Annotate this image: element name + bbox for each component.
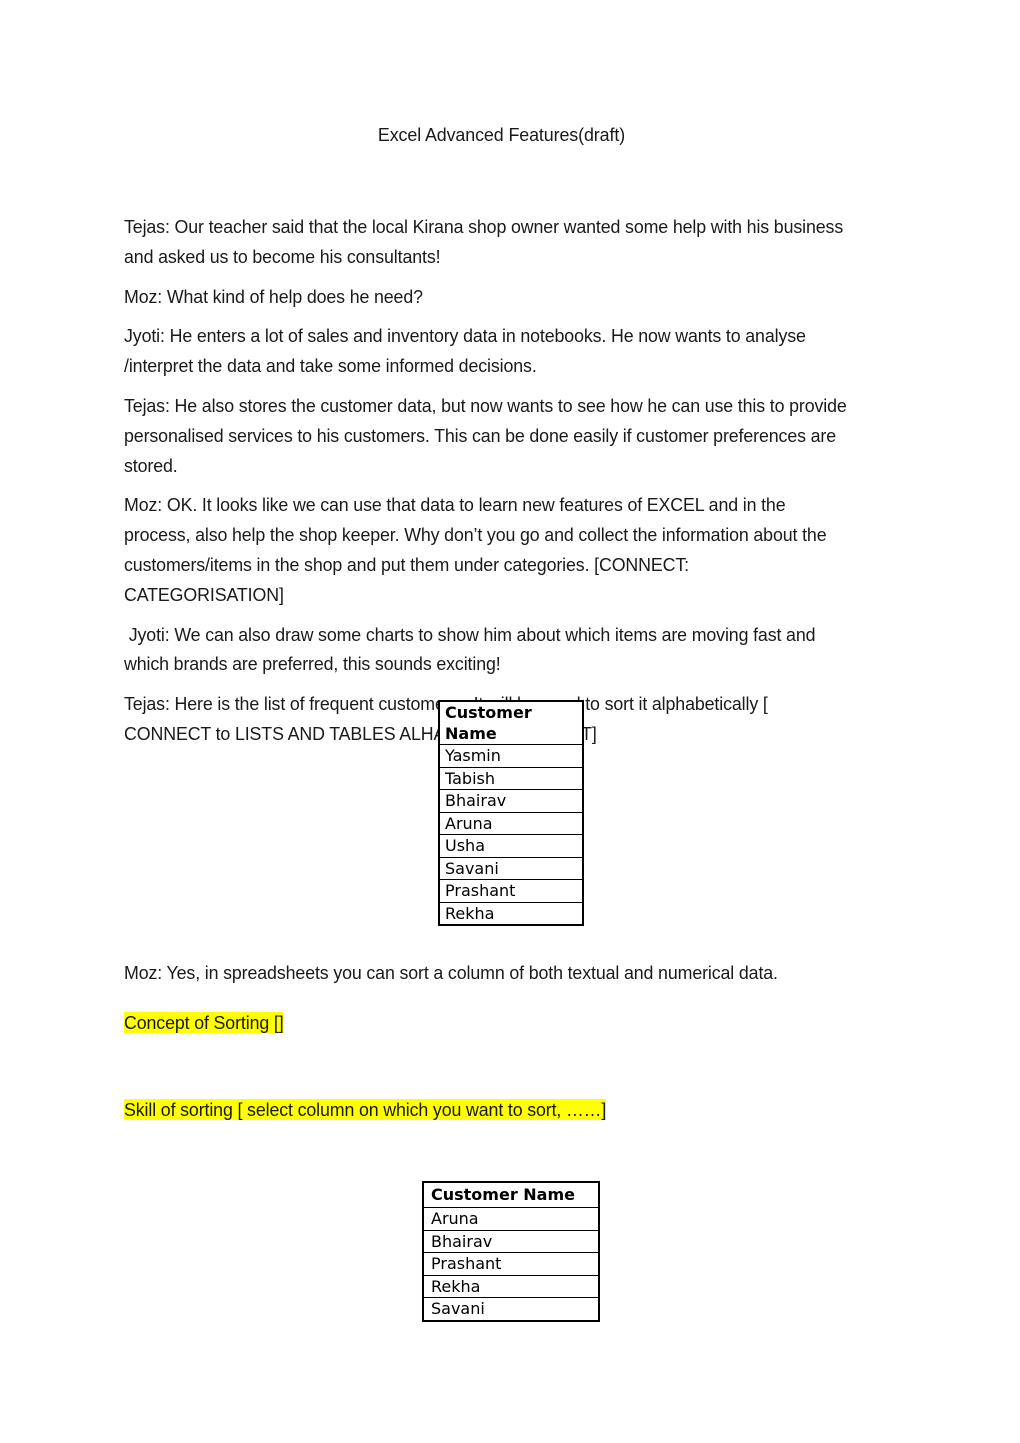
table-header-row: Customer Name (422, 1181, 600, 1208)
cell-customer-name: Tabish (438, 766, 584, 790)
cell-customer-name: Rekha (422, 1274, 600, 1298)
page-title: Excel Advanced Features(draft) (377, 124, 626, 145)
cell-customer-name: Bhairav (422, 1229, 600, 1253)
cell-customer-name: Prashant (422, 1252, 600, 1276)
highlight-text: Skill of sorting [ select column on whic… (124, 1099, 607, 1120)
paragraph-moz-1: Moz: What kind of help does he need? (124, 285, 423, 307)
paragraph-jyoti-1: Jyoti: He enters a lot of sales and inve… (124, 325, 811, 377)
document-page: Excel Advanced Features(draft) Tejas: Ou… (0, 0, 1020, 1443)
table-row: Tabish (438, 766, 584, 790)
cell-customer-name: Aruna (438, 811, 584, 835)
highlight-text: Concept of Sorting [] (124, 1012, 284, 1033)
document-body: Excel Advanced Features(draft) Tejas: Ou… (124, 0, 879, 759)
paragraph-moz-2: Moz: OK. It looks like we can use that d… (124, 494, 832, 605)
highlighted-line-concept-of-sorting: Concept of Sorting [] (124, 1008, 855, 1038)
table-row: Rekha (422, 1274, 600, 1298)
table-row: Rekha (438, 901, 584, 926)
highlighted-line-skill-of-sorting: Skill of sorting [ select column on whic… (124, 1095, 855, 1125)
table: Customer Name Aruna Bhairav Prashant Rek… (422, 1181, 600, 1322)
table-row: Bhairav (422, 1229, 600, 1253)
column-header-customer-name: Customer Name (422, 1181, 600, 1208)
table-row: Yasmin (438, 744, 584, 768)
table-row: Savani (422, 1297, 600, 1321)
paragraph-moz-3: Moz: Yes, in spreadsheets you can sort a… (124, 962, 778, 983)
cell-customer-name: Yasmin (438, 744, 584, 768)
customer-name-table-unsorted: Customer Name Yasmin Tabish Bhairav Arun… (438, 700, 584, 926)
table-row: Bhairav (438, 789, 584, 813)
cell-customer-name: Bhairav (438, 789, 584, 813)
table-header-row: Customer Name (438, 700, 584, 745)
paragraph-jyoti-2: Jyoti: We can also draw some charts to s… (124, 623, 821, 675)
cell-customer-name: Usha (438, 834, 584, 858)
cell-customer-name: Savani (422, 1297, 600, 1321)
table-row: Usha (438, 834, 584, 858)
table-row: Savani (438, 856, 584, 880)
table: Customer Name Yasmin Tabish Bhairav Arun… (438, 700, 584, 926)
table-row: Aruna (438, 811, 584, 835)
paragraph-tejas-2: Tejas: He also stores the customer data,… (124, 394, 852, 476)
title-spacer (124, 148, 879, 212)
customer-name-table-sorted: Customer Name Aruna Bhairav Prashant Rek… (422, 1181, 600, 1322)
cell-customer-name: Aruna (422, 1207, 600, 1231)
cell-customer-name: Savani (438, 856, 584, 880)
table-body: Yasmin Tabish Bhairav Aruna Usha Savani (438, 744, 584, 926)
table-row: Prashant (438, 879, 584, 903)
cell-customer-name: Rekha (438, 901, 584, 926)
cell-customer-name: Prashant (438, 879, 584, 903)
table-row: Aruna (422, 1207, 600, 1231)
column-header-customer-name: Customer Name (438, 700, 584, 745)
table-row: Prashant (422, 1252, 600, 1276)
table-body: Aruna Bhairav Prashant Rekha Savani (422, 1207, 600, 1321)
paragraph-tejas-1: Tejas: Our teacher said that the local K… (124, 216, 848, 267)
